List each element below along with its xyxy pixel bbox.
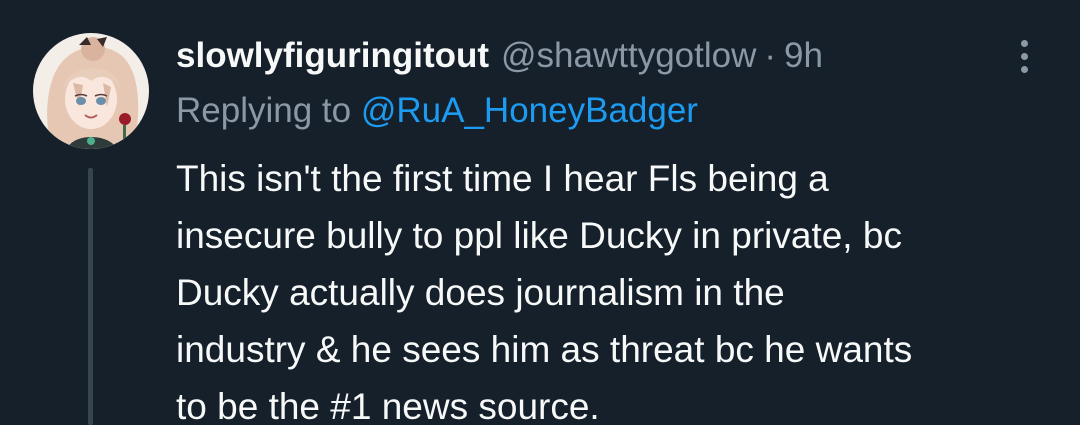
more-options-button[interactable] bbox=[1004, 36, 1044, 76]
tweet[interactable]: slowlyfiguringitout @shawttygotlow · 9h … bbox=[0, 0, 1080, 425]
tweet-text-line: Ducky actually does journalism in the bbox=[176, 272, 785, 313]
tweet-text-line: to be the #1 news source. bbox=[176, 386, 600, 425]
replying-to: Replying to @RuA_HoneyBadger bbox=[176, 88, 698, 134]
replying-to-mention[interactable]: @RuA_HoneyBadger bbox=[361, 91, 698, 130]
tweet-text: This isn't the first time I hear Fls bei… bbox=[176, 150, 1056, 425]
tweet-text-line: industry & he sees him as threat bc he w… bbox=[176, 329, 913, 370]
tweet-text-line: insecure bully to ppl like Ducky in priv… bbox=[176, 215, 902, 256]
avatar[interactable] bbox=[33, 33, 149, 149]
timestamp[interactable]: 9h bbox=[784, 33, 823, 79]
tweet-text-line: This isn't the first time I hear Fls bei… bbox=[176, 158, 829, 199]
tweet-header: slowlyfiguringitout @shawttygotlow · 9h bbox=[176, 33, 823, 79]
more-vertical-icon bbox=[1020, 39, 1028, 47]
display-name[interactable]: slowlyfiguringitout bbox=[176, 33, 489, 79]
avatar-illustration-icon bbox=[33, 33, 149, 149]
separator-dot: · bbox=[764, 36, 777, 75]
thread-line bbox=[88, 168, 93, 425]
user-handle[interactable]: @shawttygotlow bbox=[501, 33, 756, 79]
replying-to-label: Replying to bbox=[176, 91, 352, 130]
